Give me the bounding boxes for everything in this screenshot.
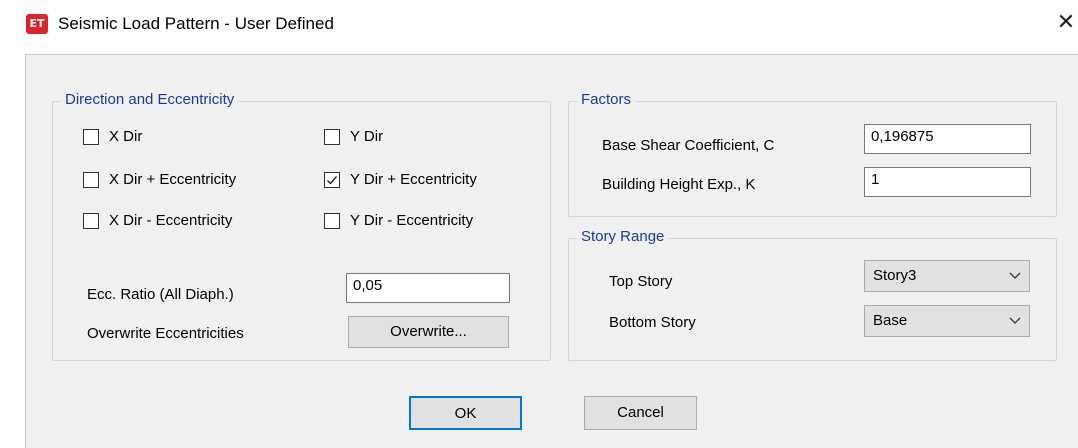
base-shear-coefficient-input[interactable]: 0,196875 [864,124,1031,154]
group-title-direction: Direction and Eccentricity [61,91,239,108]
checkbox-box[interactable] [83,128,99,145]
bottom-story-label: Bottom Story [609,314,696,331]
direction-eccentricity-group: Direction and Eccentricity X Dir Y Dir X… [52,91,551,361]
checkbox-x-dir[interactable]: X Dir [83,128,142,145]
bottom-story-value: Base [873,312,908,329]
ecc-ratio-input[interactable]: 0,05 [346,273,510,303]
checkbox-label: Y Dir [350,128,384,145]
ok-button[interactable]: OK [409,396,522,430]
checkbox-label: X Dir [109,128,143,145]
story-range-group: Story Range Top Story Story3 Bottom Stor… [568,228,1057,361]
title-bar: ET Seismic Load Pattern - User Defined ✕ [0,0,1078,50]
base-shear-coefficient-label: Base Shear Coefficient, C [602,137,775,154]
checkbox-box[interactable] [324,212,340,229]
ecc-ratio-label: Ecc. Ratio (All Diaph.) [87,286,234,303]
checkbox-label: Y Dir + Eccentricity [350,171,477,188]
checkbox-box[interactable] [324,128,340,145]
checkbox-x-dir-plus-ecc[interactable]: X Dir + Eccentricity [83,171,236,188]
building-height-exp-input[interactable]: 1 [864,167,1031,197]
checkbox-y-dir-plus-ecc[interactable]: Y Dir + Eccentricity [324,171,477,188]
checkbox-label: X Dir + Eccentricity [109,171,237,188]
checkbox-y-dir-minus-ecc[interactable]: Y Dir - Eccentricity [324,212,473,229]
bottom-story-dropdown[interactable]: Base [864,305,1030,337]
overwrite-button[interactable]: Overwrite... [348,316,509,348]
checkbox-y-dir[interactable]: Y Dir [324,128,383,145]
checkbox-box[interactable] [83,212,99,229]
top-story-dropdown[interactable]: Story3 [864,260,1030,292]
checkbox-label: Y Dir - Eccentricity [350,212,474,229]
cancel-button[interactable]: Cancel [584,396,697,430]
window-title: Seismic Load Pattern - User Defined [58,14,334,33]
top-story-label: Top Story [609,273,673,290]
factors-group: Factors Base Shear Coefficient, C 0,1968… [568,91,1057,217]
chevron-down-icon [1009,317,1021,324]
dialog-client-area: Direction and Eccentricity X Dir Y Dir X… [25,54,1078,448]
checkbox-box[interactable] [83,171,99,188]
etabs-app-icon: ET [26,14,48,34]
chevron-down-icon [1009,272,1021,279]
checkbox-label: X Dir - Eccentricity [109,212,233,229]
overwrite-eccentricities-label: Overwrite Eccentricities [87,325,244,342]
checkbox-x-dir-minus-ecc[interactable]: X Dir - Eccentricity [83,212,232,229]
checkmark-icon [327,175,338,185]
group-title-story-range: Story Range [577,228,669,245]
top-story-value: Story3 [873,267,917,284]
building-height-exp-label: Building Height Exp., K [602,176,756,193]
close-icon[interactable]: ✕ [1054,10,1078,36]
group-title-factors: Factors [577,91,636,108]
checkbox-box[interactable] [324,171,340,188]
